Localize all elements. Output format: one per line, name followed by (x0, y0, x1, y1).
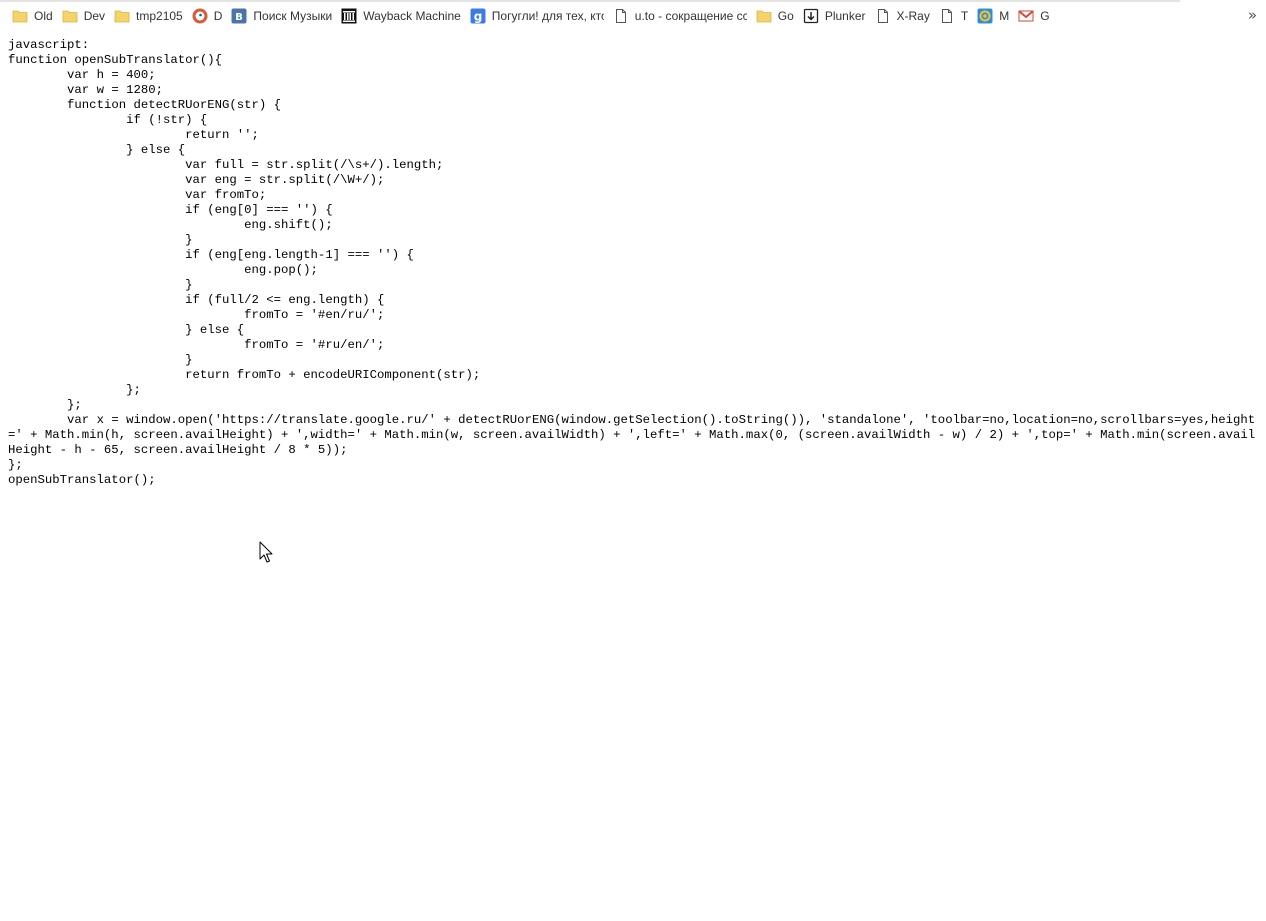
bookmark-music-search[interactable]: B Поиск Музыки (227, 5, 336, 27)
bookmarks-overflow-chevron-icon[interactable]: » (1248, 5, 1257, 25)
bookmark-m[interactable]: M (973, 5, 1013, 27)
mouse-pointer-icon (259, 541, 273, 563)
bookmark-label: Wayback Machine (363, 9, 461, 23)
google-icon: g (470, 8, 486, 24)
target-icon (977, 8, 993, 24)
folder-icon (12, 8, 28, 24)
folder-icon (756, 8, 772, 24)
bookmark-googli[interactable]: g Погугли! для тех, кто (466, 5, 608, 27)
bookmark-t[interactable]: T (935, 5, 972, 27)
bookmark-folder-go[interactable]: Go (752, 5, 798, 27)
bookmark-label: u.to - сокращение ссылок (634, 9, 747, 23)
bookmark-label: D (213, 9, 223, 23)
bookmarks-list: Old Dev tmp2105 D B Поиск Музыки Wayback… (8, 5, 1055, 27)
bookmark-label: tmp2105 (136, 9, 183, 23)
bookmark-label: Old (34, 9, 53, 23)
vk-icon: B (231, 8, 247, 24)
bookmark-label: G (1040, 9, 1050, 23)
bookmark-label: Погугли! для тех, кто (491, 9, 604, 23)
folder-icon (62, 8, 78, 24)
bookmark-label: Dev (83, 9, 106, 23)
page-icon (939, 8, 955, 24)
page-icon (875, 8, 891, 24)
duckduckgo-icon (192, 8, 208, 24)
bookmark-folder-tmp2105[interactable]: tmp2105 (110, 5, 187, 27)
bookmark-label: X-Ray (896, 9, 930, 23)
bookmark-plunker[interactable]: Plunker (799, 5, 870, 27)
svg-text:B: B (236, 12, 244, 23)
bookmark-label: Go (777, 9, 794, 23)
bookmark-duckduckgo[interactable]: D (188, 5, 227, 27)
bookmark-wayback-machine[interactable]: Wayback Machine (337, 5, 465, 27)
bookmarks-bar: Old Dev tmp2105 D B Поиск Музыки Wayback… (0, 0, 1266, 31)
bookmarks-bar-top-border (0, 0, 1180, 2)
wayback-machine-icon (341, 8, 357, 24)
svg-text:g: g (474, 10, 483, 24)
bookmark-label: M (999, 9, 1010, 23)
bookmark-folder-dev[interactable]: Dev (58, 5, 109, 27)
bookmark-gmail[interactable]: G (1014, 5, 1053, 27)
plunker-icon (803, 8, 819, 24)
bookmark-label: Plunker (824, 9, 866, 23)
bookmark-u-to[interactable]: u.to - сокращение ссылок (609, 5, 751, 27)
bookmark-label: T (960, 9, 969, 23)
folder-icon (114, 8, 130, 24)
gmail-icon (1018, 8, 1034, 24)
page-icon (613, 8, 629, 24)
bookmark-folder-old[interactable]: Old (8, 5, 57, 27)
code-content: javascript: function openSubTranslator()… (8, 38, 1256, 487)
bookmark-x-ray[interactable]: X-Ray (871, 5, 934, 27)
bookmark-label: Поиск Музыки (253, 9, 333, 23)
